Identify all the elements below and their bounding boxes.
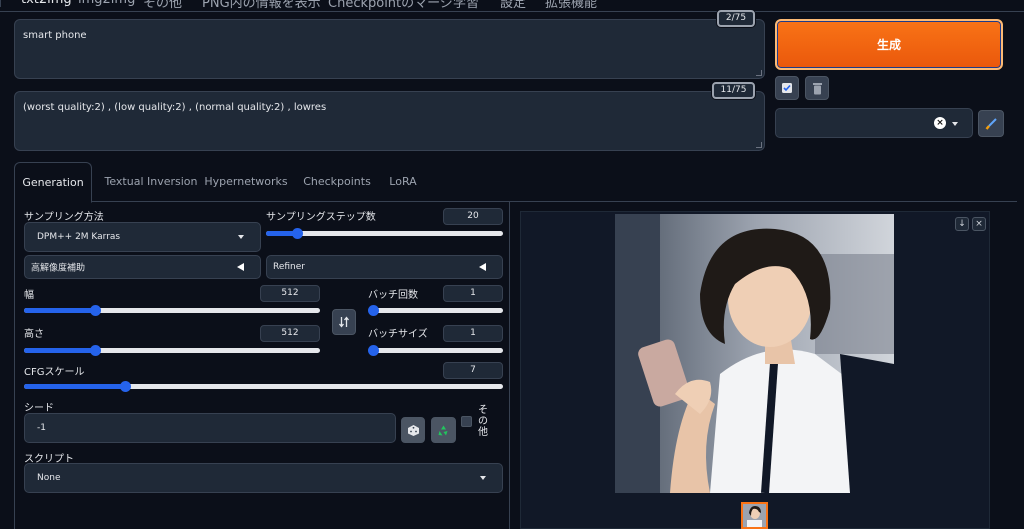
chevron-down-icon	[952, 122, 958, 126]
cfg-scale-label: CFGスケール	[24, 367, 85, 378]
close-icon[interactable]: ×	[972, 217, 986, 231]
seed-value: -1	[37, 423, 46, 433]
height-input[interactable]: 512	[260, 325, 320, 342]
negative-prompt-textarea[interactable]: (worst quality:2) , (low quality:2) , (n…	[14, 91, 765, 151]
slider-thumb[interactable]	[90, 345, 102, 356]
tab-train[interactable]: 学習	[453, 0, 479, 11]
refiner-label: Refiner	[273, 262, 305, 272]
tab-extras[interactable]: その他	[143, 0, 182, 11]
tab-checkpoints[interactable]: Checkpoints	[300, 162, 374, 202]
sampling-method-label: サンプリング方法	[24, 212, 104, 223]
negative-prompt-token-counter: 11/75	[712, 82, 755, 99]
slider-thumb[interactable]	[368, 305, 379, 316]
height-slider[interactable]	[24, 345, 320, 356]
generated-image-illustration	[615, 214, 894, 493]
collapse-triangle-icon	[479, 263, 486, 271]
hires-fix-accordion[interactable]: 高解像度補助	[24, 255, 261, 279]
script-value: None	[37, 473, 61, 483]
resize-handle-icon[interactable]	[756, 70, 762, 76]
refiner-accordion[interactable]: Refiner	[266, 255, 503, 279]
gallery-thumbnail[interactable]	[741, 502, 768, 529]
slider-fill	[24, 384, 125, 389]
tab-checkpoint-merger[interactable]: Checkpointのマージ	[328, 0, 453, 11]
sampling-method-value: DPM++ 2M Karras	[37, 232, 121, 242]
random-seed-button[interactable]	[401, 417, 425, 443]
slider-thumb[interactable]	[291, 228, 303, 239]
styles-dropdown[interactable]: ×	[775, 108, 973, 138]
batch-size-input[interactable]: 1	[443, 325, 503, 342]
hires-fix-label: 高解像度補助	[31, 263, 86, 274]
negative-prompt-text: (worst quality:2) , (low quality:2) , (n…	[23, 102, 327, 113]
seed-label: シード	[24, 403, 54, 414]
sampling-steps-input[interactable]: 20	[443, 208, 503, 225]
height-label: 高さ	[24, 329, 44, 340]
settings-tab-bar: Generation Textual Inversion Hypernetwor…	[14, 162, 1017, 203]
trash-icon	[812, 82, 822, 94]
download-icon[interactable]: ↓	[955, 217, 969, 231]
slider-fill	[24, 348, 96, 353]
paint-brush-icon	[985, 117, 997, 130]
thumbnail-image	[743, 504, 766, 527]
clear-prompt-button[interactable]	[805, 76, 829, 100]
seed-input[interactable]: -1	[24, 413, 396, 443]
width-input[interactable]: 512	[260, 285, 320, 302]
collapse-triangle-icon	[237, 263, 244, 271]
apply-style-button[interactable]	[775, 76, 799, 100]
batch-count-label: バッチ回数	[368, 290, 418, 301]
swap-icon	[338, 316, 350, 328]
sampling-steps-slider[interactable]	[266, 228, 503, 239]
batch-count-input[interactable]: 1	[443, 285, 503, 302]
slider-thumb[interactable]	[119, 381, 131, 392]
tab-png-info[interactable]: PNG内の情報を表示	[202, 0, 321, 11]
cfg-scale-slider[interactable]	[24, 381, 503, 392]
chevron-down-icon	[480, 476, 486, 480]
tab-extensions[interactable]: 拡張機能	[545, 0, 597, 11]
cfg-scale-input[interactable]: 7	[443, 362, 503, 379]
prompt-text: smart phone	[23, 30, 87, 41]
tab-textual-inversion[interactable]: Textual Inversion	[96, 162, 206, 202]
generated-image[interactable]	[615, 214, 894, 493]
dice-icon	[407, 424, 419, 436]
tab-settings[interactable]: 設定	[500, 0, 526, 11]
resize-handle-icon[interactable]	[756, 142, 762, 148]
edit-styles-button[interactable]	[978, 110, 1004, 137]
tab-img2img[interactable]: img2img	[78, 0, 135, 7]
batch-count-slider[interactable]	[368, 305, 503, 316]
slider-thumb[interactable]	[90, 305, 102, 316]
top-tab-bar: txt2img img2img その他 PNG内の情報を表示 Checkpoin…	[0, 0, 1024, 12]
tab-hypernetworks[interactable]: Hypernetworks	[204, 162, 288, 202]
width-slider[interactable]	[24, 305, 320, 316]
extra-seed-label: その他	[478, 405, 488, 438]
batch-size-slider[interactable]	[368, 345, 503, 356]
width-label: 幅	[24, 290, 34, 301]
prompt-token-counter: 2/75	[717, 10, 755, 27]
extra-seed-checkbox[interactable]	[461, 416, 472, 427]
generate-button[interactable]: 生成	[775, 19, 1003, 70]
sampling-method-dropdown[interactable]: DPM++ 2M Karras	[24, 222, 261, 252]
tab-txt2img[interactable]: txt2img	[0, 0, 72, 7]
prompt-textarea[interactable]: smart phone	[14, 19, 765, 79]
tab-generation[interactable]: Generation	[14, 162, 92, 203]
sampling-steps-label: サンプリングステップ数	[266, 212, 376, 223]
swap-dimensions-button[interactable]	[332, 309, 356, 335]
clear-icon[interactable]: ×	[934, 117, 946, 129]
batch-size-label: バッチサイズ	[368, 329, 428, 340]
tab-lora[interactable]: LoRA	[386, 162, 420, 202]
clipboard-check-icon	[782, 83, 792, 93]
chevron-down-icon	[238, 235, 244, 239]
script-dropdown[interactable]: None	[24, 463, 503, 493]
reuse-seed-button[interactable]	[431, 417, 456, 443]
slider-fill	[24, 308, 96, 313]
recycle-icon	[438, 425, 448, 435]
slider-thumb[interactable]	[368, 345, 379, 356]
